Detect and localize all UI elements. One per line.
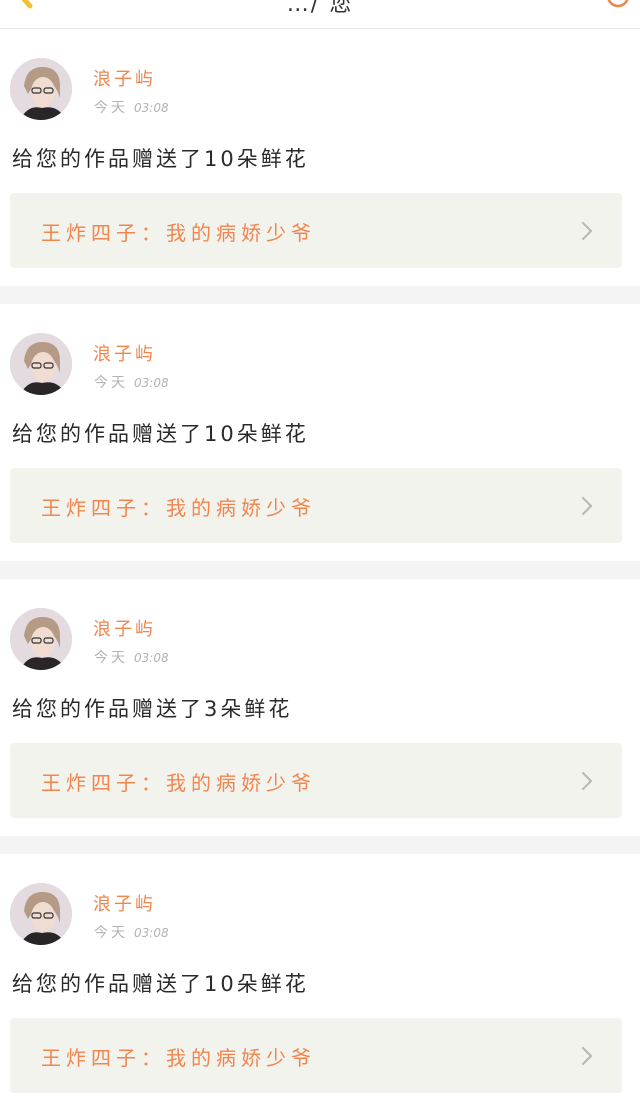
timestamp-day: 今天 xyxy=(94,100,128,116)
divider xyxy=(0,561,640,579)
gift-message: 给您的作品赠送了3朵鲜花 xyxy=(12,697,293,721)
timestamp: 今天 03:08 xyxy=(94,647,169,667)
avatar-image xyxy=(10,58,72,120)
notification-card: 浪子屿 今天 03:08 给您的作品赠送了10朵鲜花 王炸四子：我的病娇少爷 xyxy=(0,854,640,1111)
avatar-image xyxy=(10,333,72,395)
notification-card: 浪子屿 今天 03:08 给您的作品赠送了10朵鲜花 王炸四子：我的病娇少爷 xyxy=(0,29,640,286)
smile-icon[interactable] xyxy=(606,0,630,8)
top-bar: …/ 您 xyxy=(0,0,640,29)
divider xyxy=(0,836,640,854)
timestamp-time: 03:08 xyxy=(134,101,169,115)
work-link[interactable]: 王炸四子：我的病娇少爷 xyxy=(10,1018,622,1093)
work-title: 王炸四子：我的病娇少爷 xyxy=(41,221,316,245)
notification-feed: 浪子屿 今天 03:08 给您的作品赠送了10朵鲜花 王炸四子：我的病娇少爷 浪子… xyxy=(0,29,640,1111)
work-title: 王炸四子：我的病娇少爷 xyxy=(41,771,316,795)
page-title: …/ 您 xyxy=(286,0,354,17)
work-link[interactable]: 王炸四子：我的病娇少爷 xyxy=(10,193,622,268)
divider xyxy=(0,286,640,304)
notification-card: 浪子屿 今天 03:08 给您的作品赠送了10朵鲜花 王炸四子：我的病娇少爷 xyxy=(0,304,640,561)
avatar[interactable] xyxy=(10,58,72,120)
username[interactable]: 浪子屿 xyxy=(93,890,156,916)
work-title: 王炸四子：我的病娇少爷 xyxy=(41,496,316,520)
timestamp-time: 03:08 xyxy=(134,376,169,390)
timestamp-time: 03:08 xyxy=(134,651,169,665)
timestamp-day: 今天 xyxy=(94,925,128,941)
avatar[interactable] xyxy=(10,333,72,395)
chevron-right-icon xyxy=(581,1046,593,1066)
work-link[interactable]: 王炸四子：我的病娇少爷 xyxy=(10,743,622,818)
timestamp-day: 今天 xyxy=(94,375,128,391)
timestamp: 今天 03:08 xyxy=(94,97,169,117)
work-title: 王炸四子：我的病娇少爷 xyxy=(41,1046,316,1070)
avatar[interactable] xyxy=(10,883,72,945)
avatar-image xyxy=(10,608,72,670)
timestamp: 今天 03:08 xyxy=(94,372,169,392)
gift-message: 给您的作品赠送了10朵鲜花 xyxy=(12,147,309,171)
avatar-image xyxy=(10,883,72,945)
timestamp-time: 03:08 xyxy=(134,926,169,940)
chevron-right-icon xyxy=(581,496,593,516)
username[interactable]: 浪子屿 xyxy=(93,340,156,366)
chevron-right-icon xyxy=(581,221,593,241)
username[interactable]: 浪子屿 xyxy=(93,615,156,641)
timestamp-day: 今天 xyxy=(94,650,128,666)
chevron-right-icon xyxy=(581,771,593,791)
gift-message: 给您的作品赠送了10朵鲜花 xyxy=(12,422,309,446)
work-link[interactable]: 王炸四子：我的病娇少爷 xyxy=(10,468,622,543)
gift-message: 给您的作品赠送了10朵鲜花 xyxy=(12,972,309,996)
avatar[interactable] xyxy=(10,608,72,670)
username[interactable]: 浪子屿 xyxy=(93,65,156,91)
timestamp: 今天 03:08 xyxy=(94,922,169,942)
notification-card: 浪子屿 今天 03:08 给您的作品赠送了3朵鲜花 王炸四子：我的病娇少爷 xyxy=(0,579,640,836)
